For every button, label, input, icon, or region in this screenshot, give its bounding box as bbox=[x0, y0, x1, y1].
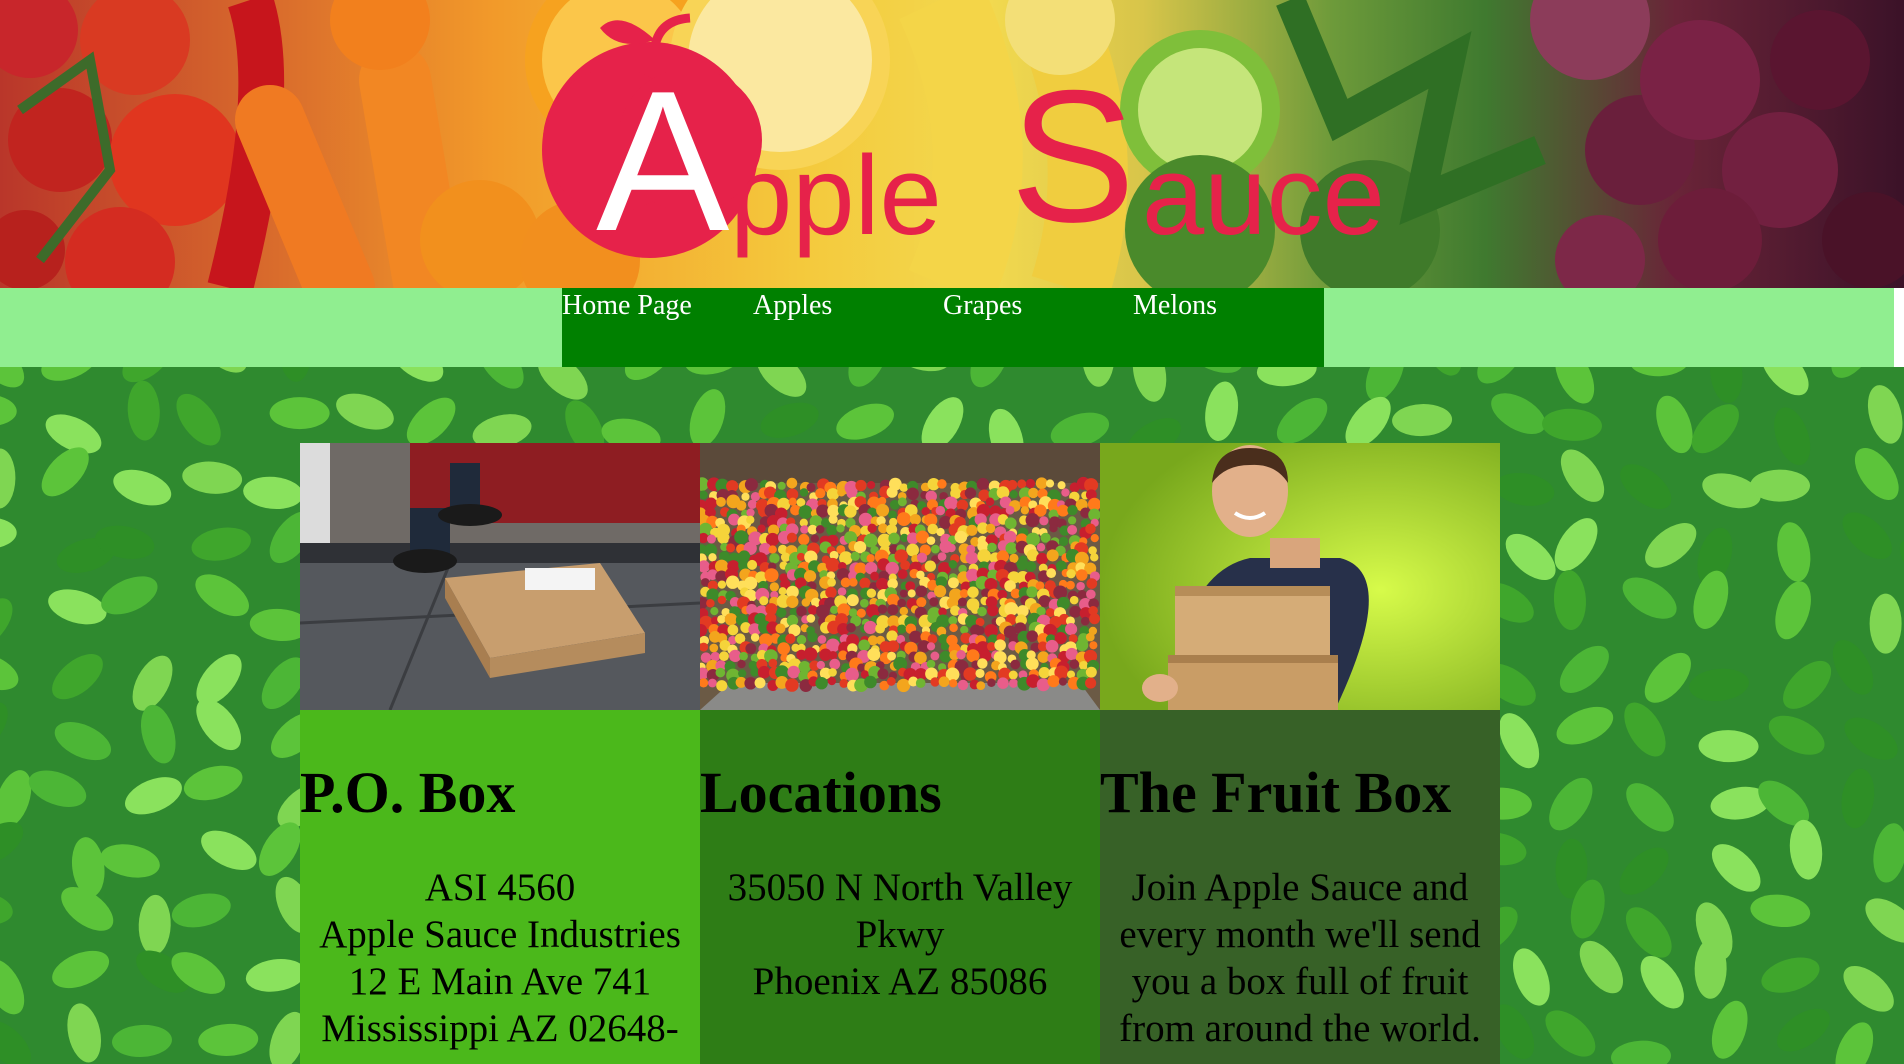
card-text: ASI 4560 Apple Sauce Industries 12 E Mai… bbox=[310, 864, 690, 1052]
card-body: P.O. Box ASI 4560 Apple Sauce Industries… bbox=[300, 710, 700, 1064]
package-doorstep-image bbox=[300, 443, 700, 710]
logo-word-auce: auce bbox=[1142, 133, 1385, 258]
card-title: The Fruit Box bbox=[1100, 760, 1452, 825]
logo-word-pple: pple bbox=[730, 133, 942, 258]
card-text-line: Pkwy bbox=[855, 913, 945, 956]
card-text-line: Phoenix AZ 85086 bbox=[752, 960, 1048, 1003]
header-banner: A pple S auce bbox=[0, 0, 1904, 288]
card-fruit-box: The Fruit Box Join Apple Sauce and every… bbox=[1100, 443, 1500, 1064]
logo-letter-a: A bbox=[596, 50, 730, 273]
card-text-line: every month we'll send bbox=[1119, 913, 1481, 956]
fruit-market-image bbox=[700, 443, 1100, 710]
card-text-line: you a box full of fruit bbox=[1131, 960, 1469, 1003]
card-text-line: from around the world. bbox=[1119, 1007, 1481, 1050]
card-text-line: 35050 N North Valley bbox=[727, 866, 1073, 909]
nav-menu: Home Page Apples Grapes Melons bbox=[562, 288, 1324, 367]
card-po-box: P.O. Box ASI 4560 Apple Sauce Industries… bbox=[300, 443, 700, 1064]
card-text-line: 12 E Main Ave 741 bbox=[348, 960, 652, 1003]
card-text-line: ASI 4560 bbox=[424, 866, 576, 909]
card-locations: Locations 35050 N North Valley Pkwy Phoe… bbox=[700, 443, 1100, 1064]
man-holding-boxes-image bbox=[1100, 443, 1500, 710]
card-text: Join Apple Sauce and every month we'll s… bbox=[1110, 864, 1490, 1052]
card-text-line: Apple Sauce Industries bbox=[319, 913, 681, 956]
card-text-line: Join Apple Sauce and bbox=[1131, 866, 1469, 909]
nav-link-grapes[interactable]: Grapes bbox=[943, 288, 1022, 324]
nav-link-home-page[interactable]: Home Page bbox=[562, 288, 692, 324]
card-title: P.O. Box bbox=[300, 760, 516, 825]
card-body: The Fruit Box Join Apple Sauce and every… bbox=[1100, 710, 1500, 1064]
nav-link-apples[interactable]: Apples bbox=[753, 288, 832, 324]
card-body: Locations 35050 N North Valley Pkwy Phoe… bbox=[700, 710, 1100, 1064]
card-text: 35050 N North Valley Pkwy Phoenix AZ 850… bbox=[710, 864, 1090, 1005]
logo-letter-s: S bbox=[1010, 51, 1135, 261]
produce-banner-image bbox=[0, 0, 1904, 288]
nav-link-melons[interactable]: Melons bbox=[1133, 288, 1217, 324]
card-title: Locations bbox=[700, 760, 942, 825]
nav-bar: Home Page Apples Grapes Melons bbox=[0, 288, 1894, 367]
card-text-line: Mississippi AZ 02648- bbox=[321, 1007, 679, 1050]
